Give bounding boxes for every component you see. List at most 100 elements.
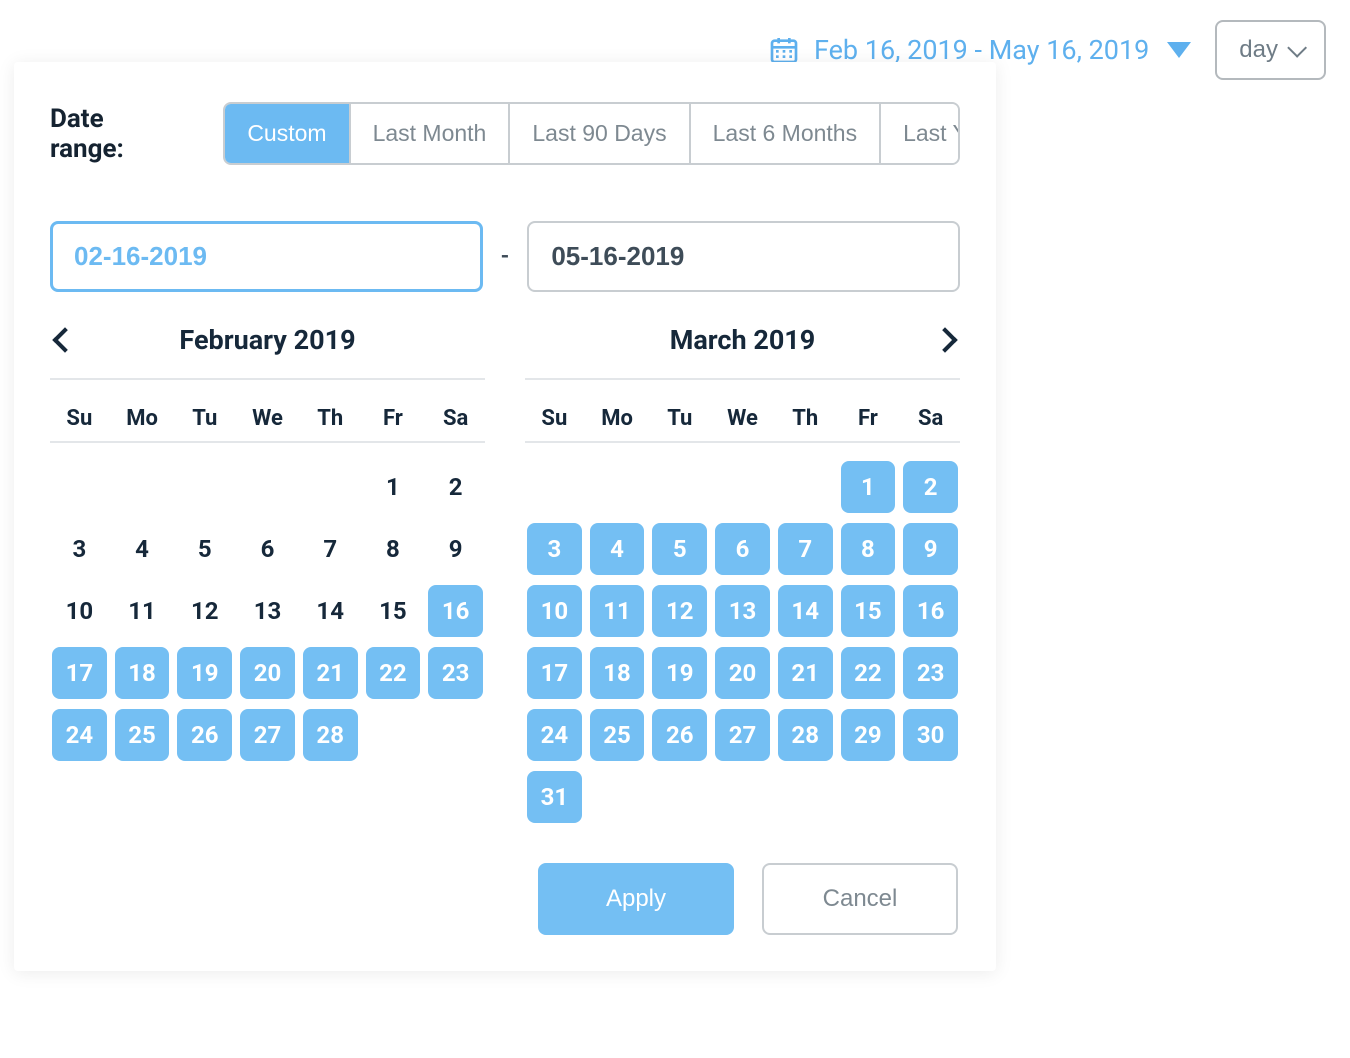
day-cell[interactable]: 5 <box>177 523 232 575</box>
day-cell[interactable]: 9 <box>903 523 958 575</box>
day-cell[interactable]: 8 <box>366 523 421 575</box>
weekday-row: SuMoTuWeThFrSa <box>50 396 485 441</box>
day-empty <box>778 771 833 823</box>
preset-last-90-days[interactable]: Last 90 Days <box>510 104 690 163</box>
granularity-select[interactable]: day <box>1215 20 1326 80</box>
day-cell[interactable]: 6 <box>240 523 295 575</box>
day-cell[interactable]: 20 <box>240 647 295 699</box>
input-separator: - <box>501 244 510 269</box>
day-cell[interactable]: 25 <box>115 709 170 761</box>
day-cell[interactable]: 28 <box>303 709 358 761</box>
day-cell[interactable]: 13 <box>240 585 295 637</box>
day-cell[interactable]: 10 <box>527 585 582 637</box>
day-cell[interactable]: 31 <box>527 771 582 823</box>
day-cell[interactable]: 26 <box>177 709 232 761</box>
day-cell[interactable]: 1 <box>366 461 421 513</box>
day-cell[interactable]: 19 <box>652 647 707 699</box>
weekday-label: Tu <box>177 396 232 441</box>
day-cell[interactable]: 14 <box>303 585 358 637</box>
day-cell[interactable]: 3 <box>527 523 582 575</box>
day-cell[interactable]: 15 <box>841 585 896 637</box>
day-cell[interactable]: 7 <box>778 523 833 575</box>
apply-button[interactable]: Apply <box>538 863 734 935</box>
day-cell[interactable]: 24 <box>527 709 582 761</box>
day-cell[interactable]: 16 <box>903 585 958 637</box>
next-month-arrow[interactable] <box>932 327 957 352</box>
day-cell[interactable]: 2 <box>903 461 958 513</box>
preset-button-group: CustomLast MonthLast 90 DaysLast 6 Month… <box>223 102 960 165</box>
day-empty <box>52 461 107 513</box>
day-cell[interactable]: 22 <box>366 647 421 699</box>
day-cell[interactable]: 18 <box>590 647 645 699</box>
week-row: 10111213141516 <box>50 585 485 637</box>
day-empty <box>652 461 707 513</box>
day-cell[interactable]: 1 <box>841 461 896 513</box>
day-cell[interactable]: 21 <box>303 647 358 699</box>
day-cell[interactable]: 21 <box>778 647 833 699</box>
preset-row: Date range: CustomLast MonthLast 90 Days… <box>50 102 960 165</box>
day-cell[interactable]: 27 <box>240 709 295 761</box>
day-cell[interactable]: 28 <box>778 709 833 761</box>
preset-last-6-months[interactable]: Last 6 Months <box>691 104 881 163</box>
end-date-input[interactable] <box>527 221 960 292</box>
day-cell[interactable]: 22 <box>841 647 896 699</box>
day-cell[interactable]: 6 <box>715 523 770 575</box>
day-cell[interactable]: 9 <box>428 523 483 575</box>
day-cell[interactable]: 24 <box>52 709 107 761</box>
start-date-input[interactable] <box>50 221 483 292</box>
day-empty <box>303 461 358 513</box>
day-cell[interactable]: 18 <box>115 647 170 699</box>
day-cell[interactable]: 5 <box>652 523 707 575</box>
day-cell[interactable]: 10 <box>52 585 107 637</box>
day-cell[interactable]: 12 <box>177 585 232 637</box>
day-empty <box>778 461 833 513</box>
day-cell[interactable]: 7 <box>303 523 358 575</box>
month-title: March 2019 <box>670 324 816 356</box>
day-cell[interactable]: 11 <box>590 585 645 637</box>
preset-last-year[interactable]: Last Year <box>881 104 960 163</box>
day-cell[interactable]: 26 <box>652 709 707 761</box>
day-cell[interactable]: 8 <box>841 523 896 575</box>
day-empty <box>366 709 421 761</box>
weekday-label: Sa <box>903 396 958 441</box>
day-cell[interactable]: 17 <box>52 647 107 699</box>
day-cell[interactable]: 3 <box>52 523 107 575</box>
day-empty <box>590 461 645 513</box>
day-cell[interactable]: 17 <box>527 647 582 699</box>
weekday-label: Mo <box>590 396 645 441</box>
day-cell[interactable]: 15 <box>366 585 421 637</box>
day-empty <box>652 771 707 823</box>
day-cell[interactable]: 20 <box>715 647 770 699</box>
day-cell[interactable]: 13 <box>715 585 770 637</box>
day-cell[interactable]: 27 <box>715 709 770 761</box>
day-cell[interactable]: 29 <box>841 709 896 761</box>
month-title: February 2019 <box>179 324 355 356</box>
day-cell[interactable]: 19 <box>177 647 232 699</box>
day-cell[interactable]: 12 <box>652 585 707 637</box>
preset-custom[interactable]: Custom <box>225 104 350 163</box>
day-cell[interactable]: 23 <box>903 647 958 699</box>
month-header: February 2019 <box>50 306 485 374</box>
day-cell[interactable]: 30 <box>903 709 958 761</box>
chevron-down-icon <box>1287 38 1307 58</box>
weekday-label: Su <box>52 396 107 441</box>
popover-actions: Apply Cancel <box>538 863 960 935</box>
day-cell[interactable]: 2 <box>428 461 483 513</box>
week-row: 12 <box>525 461 960 513</box>
day-cell[interactable]: 4 <box>115 523 170 575</box>
cancel-button[interactable]: Cancel <box>762 863 958 935</box>
day-cell[interactable]: 23 <box>428 647 483 699</box>
day-cell[interactable]: 11 <box>115 585 170 637</box>
preset-last-month[interactable]: Last Month <box>351 104 511 163</box>
week-row: 31 <box>525 771 960 823</box>
day-cell[interactable]: 14 <box>778 585 833 637</box>
day-empty <box>428 709 483 761</box>
day-empty <box>903 771 958 823</box>
day-cell[interactable]: 4 <box>590 523 645 575</box>
day-cell[interactable]: 25 <box>590 709 645 761</box>
day-empty <box>841 771 896 823</box>
week-row: 2425262728 <box>50 709 485 761</box>
prev-month-arrow[interactable] <box>52 327 77 352</box>
day-cell[interactable]: 16 <box>428 585 483 637</box>
weekday-label: Su <box>527 396 582 441</box>
